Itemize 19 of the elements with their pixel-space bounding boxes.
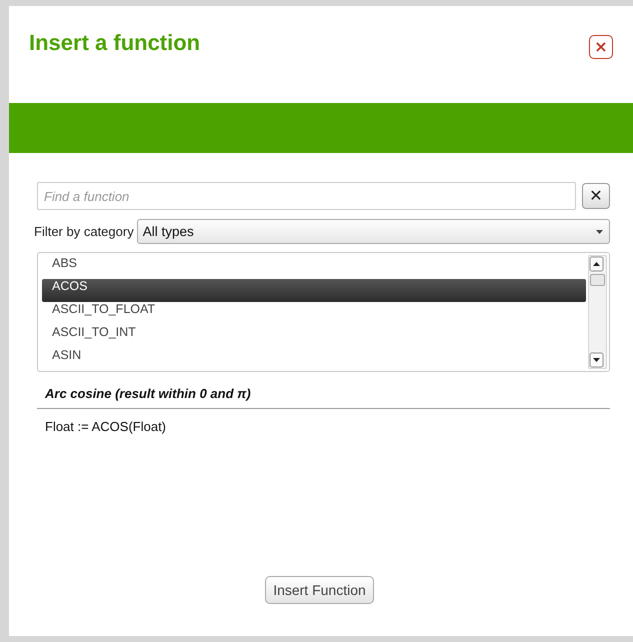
category-dropdown[interactable]: All types bbox=[136, 219, 610, 244]
function-list-item[interactable]: ASCII_TO_INT bbox=[42, 325, 586, 348]
search-field[interactable]: Find a function bbox=[37, 182, 576, 210]
scroll-thumb[interactable] bbox=[590, 274, 605, 286]
close-icon[interactable]: × bbox=[589, 35, 613, 59]
filter-label: Filter by category bbox=[34, 224, 134, 239]
dialog-title: Insert a function bbox=[29, 30, 200, 56]
dropdown-caret-icon bbox=[596, 230, 603, 234]
scroll-down-icon[interactable] bbox=[589, 352, 604, 368]
function-list-item[interactable]: ASIN bbox=[42, 348, 586, 371]
scroll-up-icon[interactable] bbox=[589, 256, 604, 272]
scrollbar[interactable] bbox=[588, 255, 607, 369]
insert-function-button[interactable]: Insert Function bbox=[265, 576, 374, 604]
function-list-item[interactable]: ABS bbox=[42, 256, 586, 279]
function-description: Arc cosine (result within 0 and π) bbox=[45, 386, 252, 401]
clear-button[interactable]: ✕ bbox=[582, 183, 610, 209]
function-list-item[interactable]: ASCII_TO_FLOAT bbox=[42, 302, 586, 325]
function-list-item[interactable]: ACOS bbox=[42, 279, 586, 302]
function-syntax: Float := ACOS(Float) bbox=[45, 419, 168, 434]
